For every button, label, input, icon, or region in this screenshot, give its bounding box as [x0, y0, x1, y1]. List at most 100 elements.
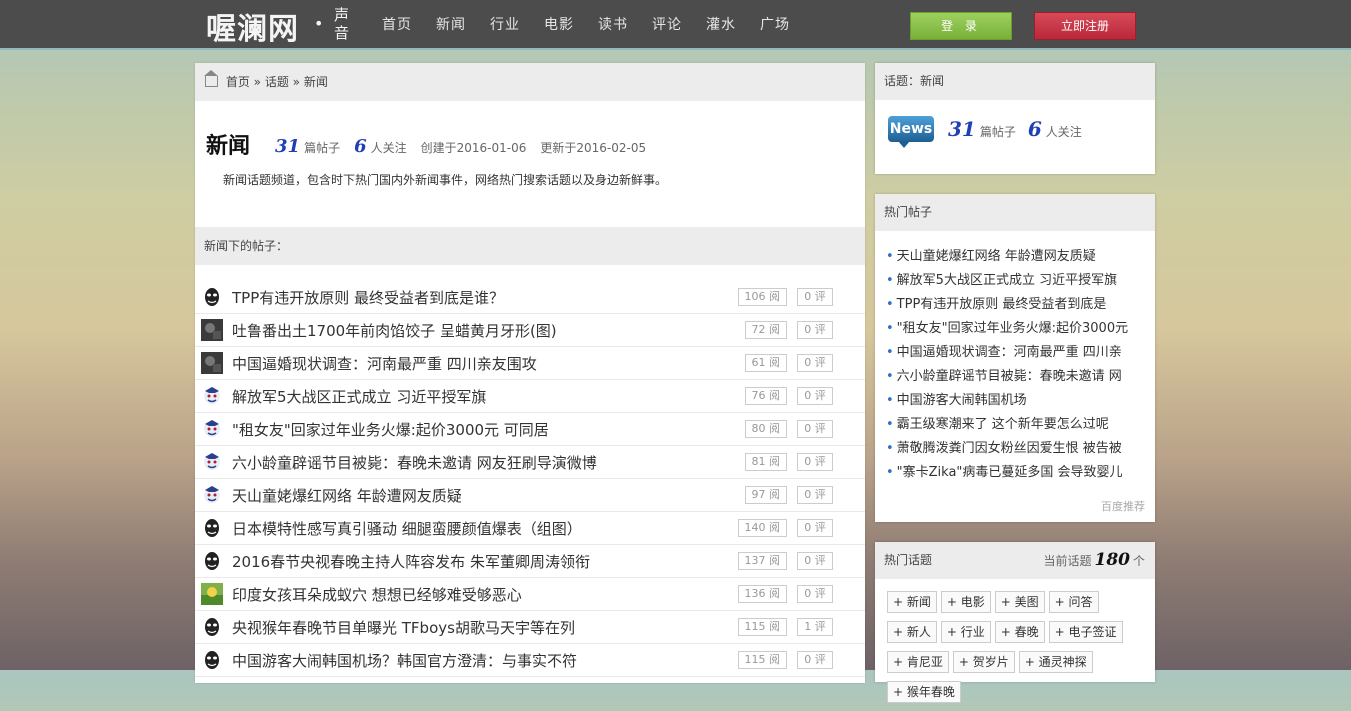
posts-section-header: 新闻下的帖子：: [195, 227, 865, 265]
author-avatar[interactable]: [201, 319, 223, 341]
author-avatar[interactable]: [201, 385, 223, 407]
topic-tag[interactable]: + 猴年春晚: [887, 681, 961, 703]
post-row[interactable]: "租女友"回家过年业务火爆:起价3000元 可同居 80 阅 0 评: [195, 413, 865, 446]
post-row[interactable]: 天山童姥爆红网络 年龄遭网友质疑 97 阅 0 评: [195, 479, 865, 512]
login-button[interactable]: 登 录: [910, 12, 1012, 40]
hot-topics-box: 热门话题 当前话题 180 个 + 新闻 + 电影 + 美图 + 问答 + 新人 + 行业 + …: [875, 542, 1155, 703]
hot-post-item[interactable]: 解放军5大战区正式成立 习近平授军旗: [886, 269, 1142, 293]
author-avatar[interactable]: [201, 616, 223, 638]
topic-tag[interactable]: + 新人: [887, 621, 937, 643]
read-count: 97 阅: [744, 486, 787, 504]
breadcrumb-current: 新闻: [303, 75, 328, 89]
author-avatar[interactable]: [201, 352, 223, 374]
nav-plaza[interactable]: 广场: [760, 14, 790, 34]
hot-post-item[interactable]: 天山童姥爆红网络 年龄遭网友质疑: [886, 245, 1142, 269]
hot-post-item[interactable]: "寨卡Zika"病毒已蔓延多国 会导致婴儿: [886, 461, 1142, 485]
topic-tag[interactable]: + 电子签证: [1048, 621, 1123, 643]
nav-books[interactable]: 读书: [598, 14, 628, 34]
author-avatar[interactable]: [201, 286, 223, 308]
author-avatar[interactable]: [201, 649, 223, 671]
author-avatar[interactable]: [201, 484, 223, 506]
topic-card-header: 话题：新闻: [875, 63, 1155, 100]
side-posts-count: 31: [948, 117, 976, 141]
breadcrumb-home[interactable]: 首页: [226, 75, 250, 89]
post-title[interactable]: 2016春节央视春晚主持人阵容发布 朱军董卿周涛领衔: [232, 551, 590, 572]
hot-post-item[interactable]: 霸王级寒潮来了 这个新年要怎么过呢: [886, 413, 1142, 437]
topic-tag[interactable]: + 电影: [940, 591, 991, 613]
current-topics-unit: 个: [1132, 554, 1145, 568]
post-title[interactable]: "租女友"回家过年业务火爆:起价3000元 可同居: [232, 419, 549, 440]
post-title[interactable]: 天山童姥爆红网络 年龄遭网友质疑: [232, 485, 462, 506]
comment-count: 0 评: [797, 321, 833, 339]
read-count: 115 阅: [737, 618, 787, 636]
hot-posts-list: 天山童姥爆红网络 年龄遭网友质疑解放军5大战区正式成立 习近平授军旗TPP有违开…: [875, 231, 1155, 485]
post-row[interactable]: 日本模特性感写真引骚动 细腿蛮腰颜值爆表（组图） 140 阅 0 评: [195, 512, 865, 545]
side-posts-label: 篇帖子: [979, 125, 1016, 139]
nav-news[interactable]: 新闻: [436, 14, 466, 34]
read-count: 137 阅: [737, 552, 787, 570]
hot-post-item[interactable]: TPP有违开放原则 最终受益者到底是: [886, 293, 1142, 317]
topic-header: 新闻 31 篇帖子 6 人关注 创建于2016-01-06 更新于2016-02…: [195, 101, 865, 227]
post-title[interactable]: 央视猴年春晚节目单曝光 TFboys胡歌马天宇等在列: [232, 617, 575, 638]
topic-tag[interactable]: + 春晚: [994, 621, 1045, 643]
post-title[interactable]: 日本模特性感写真引骚动 细腿蛮腰颜值爆表（组图）: [232, 518, 582, 539]
topic-tag[interactable]: + 行业: [940, 621, 991, 643]
author-avatar[interactable]: [201, 583, 223, 605]
hot-post-item[interactable]: "租女友"回家过年业务火爆:起价3000元: [886, 317, 1142, 341]
logo-subtitle: 声音: [334, 6, 350, 42]
baidu-recommend[interactable]: 百度推荐: [1101, 498, 1145, 514]
main-panel: 首页 » 话题 » 新闻 新闻 31 篇帖子 6 人关注 创建于2016-01-…: [195, 63, 865, 683]
nav-reviews[interactable]: 评论: [652, 14, 682, 34]
post-row[interactable]: 解放军5大战区正式成立 习近平授军旗 76 阅 0 评: [195, 380, 865, 413]
side-followers-label: 人关注: [1045, 125, 1082, 139]
nav-home[interactable]: 首页: [382, 14, 412, 34]
post-title[interactable]: 吐鲁番出土1700年前肉馅饺子 呈蜡黄月牙形(图): [232, 320, 557, 341]
breadcrumb-separator: »: [288, 75, 304, 89]
nav-chat[interactable]: 灌水: [706, 14, 736, 34]
comment-count: 0 评: [797, 288, 833, 306]
post-list: TPP有违开放原则 最终受益者到底是谁？ 106 阅0 评吐鲁番出土1700年前肉…: [195, 281, 865, 677]
nav-industry[interactable]: 行业: [490, 14, 520, 34]
post-row[interactable]: 中国游客大闹韩国机场？韩国官方澄清：与事实不符 115 阅 0 评: [195, 644, 865, 677]
nav-movies[interactable]: 电影: [544, 14, 574, 34]
post-row[interactable]: 中国逼婚现状调查：河南最严重 四川亲友围攻 61 阅 0 评: [195, 347, 865, 380]
hot-post-item[interactable]: 六小龄童辟谣节目被毙：春晚未邀请 网: [886, 365, 1142, 389]
topic-title: 新闻: [206, 134, 251, 159]
home-icon[interactable]: [204, 70, 218, 87]
breadcrumb: 首页 » 话题 » 新闻: [195, 63, 865, 101]
post-row[interactable]: 六小龄童辟谣节目被毙：春晚未邀请 网友狂刷导演微博 81 阅 0 评: [195, 446, 865, 479]
post-title[interactable]: 印度女孩耳朵成蚁穴 想想已经够难受够恶心: [232, 584, 522, 605]
post-title[interactable]: 中国逼婚现状调查：河南最严重 四川亲友围攻: [232, 353, 537, 374]
topic-tag[interactable]: + 美图: [994, 591, 1045, 613]
comment-count: 0 评: [797, 486, 833, 504]
comment-count: 0 评: [797, 651, 833, 669]
hot-post-item[interactable]: 中国逼婚现状调查：河南最严重 四川亲: [886, 341, 1142, 365]
top-bar: 喔澜网 • 声音 首页 新闻 行业 电影 读书 评论 灌水 广场 登 录 立即注…: [0, 0, 1351, 50]
hot-post-item[interactable]: 萧敬腾泼粪门因女粉丝因爱生恨 被告被: [886, 437, 1142, 461]
topic-tag[interactable]: + 问答: [1048, 591, 1099, 613]
post-title[interactable]: 解放军5大战区正式成立 习近平授军旗: [232, 386, 486, 407]
read-count: 81 阅: [744, 453, 787, 471]
post-title[interactable]: TPP有违开放原则 最终受益者到底是谁？: [232, 287, 504, 308]
register-button[interactable]: 立即注册: [1034, 12, 1136, 40]
author-avatar[interactable]: [201, 451, 223, 473]
read-count: 76 阅: [744, 387, 787, 405]
post-title[interactable]: 六小龄童辟谣节目被毙：春晚未邀请 网友狂刷导演微博: [232, 452, 597, 473]
post-title[interactable]: 中国游客大闹韩国机场？韩国官方澄清：与事实不符: [232, 650, 577, 671]
read-count: 136 阅: [737, 585, 787, 603]
author-avatar[interactable]: [201, 517, 223, 539]
author-avatar[interactable]: [201, 418, 223, 440]
topic-tag[interactable]: + 新闻: [887, 591, 937, 613]
post-row[interactable]: TPP有违开放原则 最终受益者到底是谁？ 106 阅 0 评: [195, 281, 865, 314]
breadcrumb-topic[interactable]: 话题: [265, 75, 289, 89]
post-row[interactable]: 吐鲁番出土1700年前肉馅饺子 呈蜡黄月牙形(图) 72 阅 0 评: [195, 314, 865, 347]
post-row[interactable]: 2016春节央视春晚主持人阵容发布 朱军董卿周涛领衔 137 阅 0 评: [195, 545, 865, 578]
hot-posts-header: 热门帖子: [875, 194, 1155, 231]
author-avatar[interactable]: [201, 550, 223, 572]
comment-count: 0 评: [797, 420, 833, 438]
site-logo[interactable]: 喔澜网: [206, 4, 299, 48]
post-row[interactable]: 印度女孩耳朵成蚁穴 想想已经够难受够恶心 136 阅 0 评: [195, 578, 865, 611]
hot-post-item[interactable]: 中国游客大闹韩国机场: [886, 389, 1142, 413]
comment-count: 0 评: [797, 354, 833, 372]
post-row[interactable]: 央视猴年春晚节目单曝光 TFboys胡歌马天宇等在列 115 阅 1 评: [195, 611, 865, 644]
